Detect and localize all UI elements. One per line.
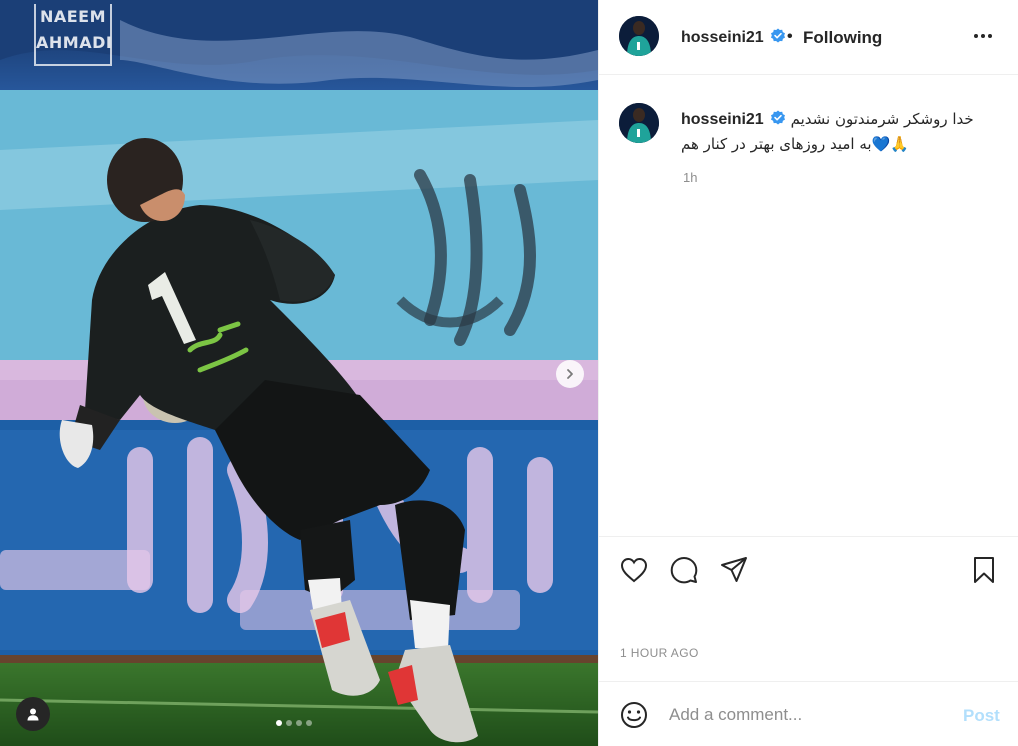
bookmark-icon[interactable] <box>969 555 999 585</box>
post-photo <box>0 0 598 746</box>
carousel-dot <box>296 720 302 726</box>
more-dot <box>981 34 985 38</box>
more-dot <box>974 34 978 38</box>
more-options-icon[interactable] <box>969 24 997 48</box>
verified-badge-icon <box>771 110 786 125</box>
post-detail-panel: hosseini21 • Following hosseini21 خدا رو… <box>598 0 1018 746</box>
post-header: hosseini21 • Following <box>599 0 1018 75</box>
post-timestamp[interactable]: 1 HOUR AGO <box>620 646 699 660</box>
header-separator: • <box>787 28 793 45</box>
user-tag-icon <box>27 708 39 721</box>
caption-timestamp[interactable]: 1h <box>683 170 697 185</box>
watermark-line-2: AHMADI <box>36 33 113 52</box>
post-caption: hosseini21 خدا روشکر شرمندتون نشدیم 🙏💙به… <box>681 107 993 157</box>
carousel-next-button[interactable] <box>556 360 584 388</box>
user-tags-button[interactable] <box>16 697 50 731</box>
post-author-username[interactable]: hosseini21 <box>681 28 786 47</box>
carousel-dot <box>286 720 292 726</box>
username-text[interactable]: hosseini21 <box>681 29 764 46</box>
share-icon[interactable] <box>719 555 749 585</box>
watermark-line-1: NAEEM <box>39 7 107 26</box>
photographer-watermark: NAEEM AHMADI <box>34 4 112 66</box>
heart-icon[interactable] <box>619 555 649 585</box>
add-comment-bar: Post <box>599 681 1018 746</box>
profile-picture <box>619 16 659 56</box>
caption-avatar[interactable] <box>619 103 659 143</box>
caption-text-line-1: خدا روشکر شرمندتون نشدیم <box>790 110 974 128</box>
following-button[interactable]: Following <box>803 28 882 48</box>
comments-section: hosseini21 خدا روشکر شرمندتون نشدیم 🙏💙به… <box>599 75 1018 536</box>
carousel-indicators <box>276 720 312 726</box>
comment-input[interactable] <box>669 702 929 728</box>
emoji-icon[interactable] <box>619 700 649 730</box>
carousel-dot-active <box>276 720 282 726</box>
comment-icon[interactable] <box>669 555 699 585</box>
carousel-dot <box>306 720 312 726</box>
caption-username[interactable]: hosseini21 <box>681 110 791 128</box>
post-actions-bar <box>599 536 1018 600</box>
avatar[interactable] <box>619 16 659 56</box>
verified-badge-icon <box>771 28 786 43</box>
caption-username-text[interactable]: hosseini21 <box>681 111 764 128</box>
caption-text-line-2: 🙏💙به امید روزهای بهتر در کنار هم <box>681 135 909 153</box>
more-dot <box>988 34 992 38</box>
chevron-right-icon <box>567 369 573 379</box>
post-media[interactable]: NAEEM AHMADI <box>0 0 598 746</box>
profile-picture <box>619 103 659 143</box>
post-comment-button[interactable]: Post <box>963 706 1000 726</box>
